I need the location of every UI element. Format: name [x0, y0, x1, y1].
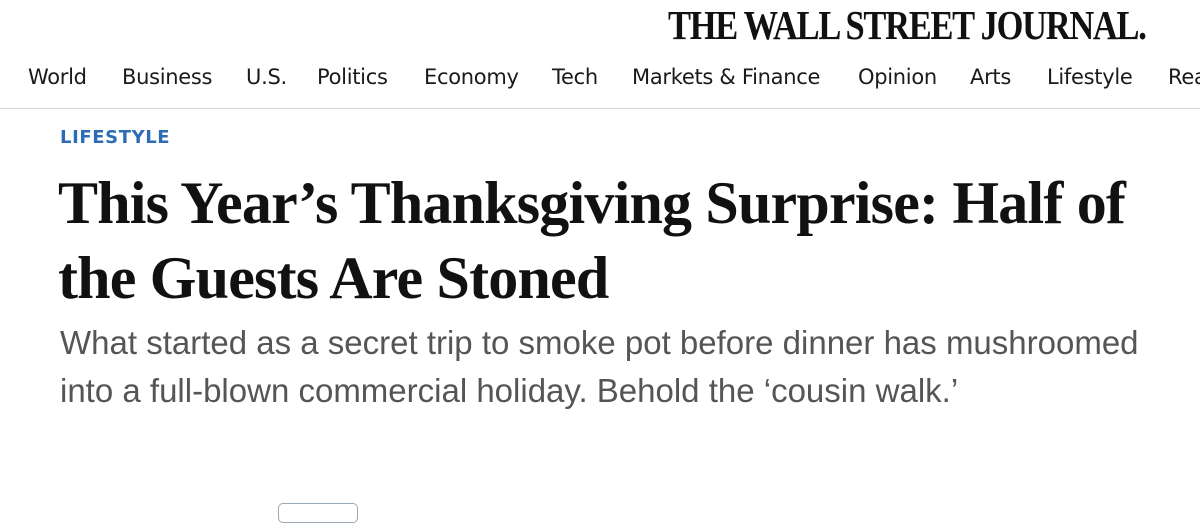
- nav-item-economy[interactable]: Economy: [424, 62, 519, 92]
- nav-item-opinion[interactable]: Opinion: [858, 62, 937, 92]
- nav-item-lifestyle[interactable]: Lifestyle: [1047, 62, 1133, 92]
- section-nav: World Business U.S. Politics Economy Tec…: [0, 56, 1200, 109]
- masthead-logo[interactable]: THE WALL STREET JOURNAL.: [668, 3, 1147, 47]
- section-kicker-link[interactable]: LIFESTYLE: [60, 125, 170, 151]
- nav-item-real-estate[interactable]: Rea: [1168, 62, 1200, 92]
- article-dek: What started as a secret trip to smoke p…: [60, 324, 1139, 409]
- nav-item-arts[interactable]: Arts: [970, 62, 1011, 92]
- nav-item-business[interactable]: Business: [122, 62, 213, 92]
- nav-item-tech[interactable]: Tech: [552, 62, 598, 92]
- nav-item-politics[interactable]: Politics: [317, 62, 388, 92]
- nav-item-world[interactable]: World: [28, 62, 87, 92]
- nav-item-us[interactable]: U.S.: [246, 62, 287, 92]
- share-button[interactable]: [278, 503, 358, 523]
- article-headline: This Year’s Thanksgiving Surprise: Half …: [58, 170, 1126, 311]
- nav-item-markets-finance[interactable]: Markets & Finance: [632, 62, 820, 92]
